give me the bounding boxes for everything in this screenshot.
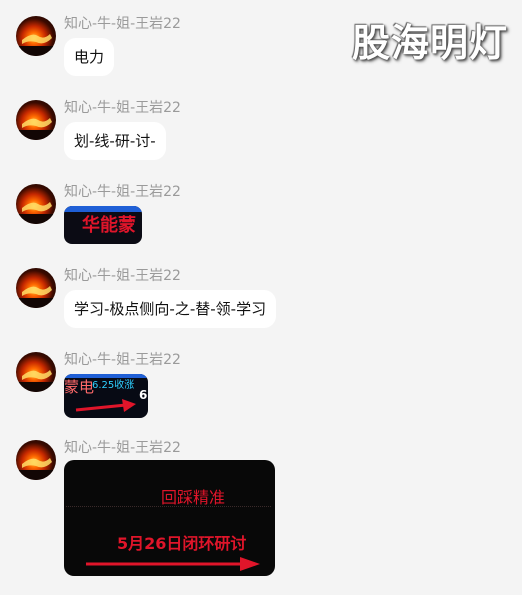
watermark-logo: 股海明灯: [351, 21, 508, 65]
arrow-icon: [86, 557, 260, 571]
image-caption: 华能蒙: [82, 215, 136, 236]
arrow-icon: [75, 399, 136, 412]
message-bubble[interactable]: 划-线-研-讨-: [64, 122, 166, 160]
sender-name: 知心-牛-姐-王岩22: [64, 440, 181, 456]
image-caption: 回踩精准: [161, 488, 226, 507]
image-digit: 6: [139, 388, 148, 402]
image-dotted-line: [66, 506, 271, 507]
image-caption-date: 5月26日闭环研讨: [117, 534, 247, 553]
sender-name: 知心-牛-姐-王岩22: [64, 16, 181, 32]
sender-name: 知心-牛-姐-王岩22: [64, 268, 181, 284]
message-image[interactable]: 华能蒙: [64, 206, 142, 244]
message-image[interactable]: 回踩精准 5月26日闭环研讨: [64, 460, 275, 576]
message-bubble[interactable]: 学习-极点侧向-之-替-领-学习: [64, 290, 277, 328]
sender-name: 知心-牛-姐-王岩22: [64, 100, 181, 116]
avatar[interactable]: [16, 184, 56, 224]
avatar[interactable]: [16, 440, 56, 480]
message-image[interactable]: 蒙电 6.25收涨 6: [64, 374, 148, 418]
image-caption: 蒙电: [64, 378, 95, 396]
image-subcaption: 6.25收涨: [92, 380, 135, 391]
avatar[interactable]: [16, 352, 56, 392]
chat-window: 股海明灯 知心-牛-姐-王岩22 电力 知心-牛-姐-王岩22 划-线-研-讨-: [0, 0, 522, 595]
message-bubble[interactable]: 电力: [64, 38, 115, 76]
avatar[interactable]: [16, 268, 56, 308]
image-header-bar: [64, 206, 142, 212]
sender-name: 知心-牛-姐-王岩22: [64, 352, 181, 368]
avatar[interactable]: [16, 16, 56, 56]
sender-name: 知心-牛-姐-王岩22: [64, 184, 181, 200]
avatar[interactable]: [16, 100, 56, 140]
